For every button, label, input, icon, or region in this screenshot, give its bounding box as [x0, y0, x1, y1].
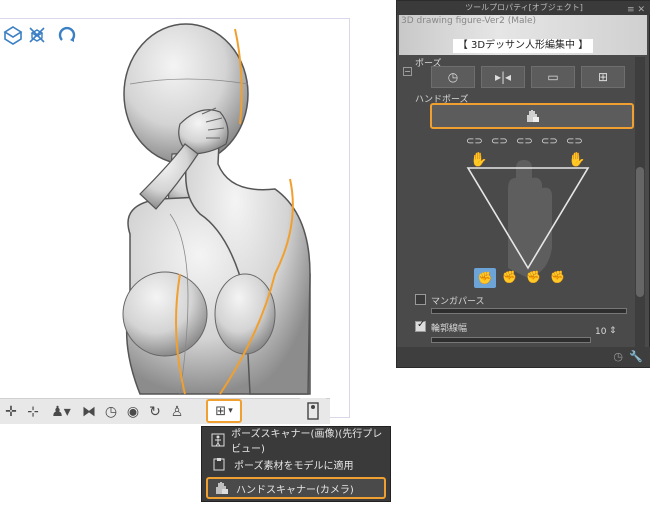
pose-scanner-button[interactable]: ⊞ ▾	[206, 399, 242, 423]
link-icon[interactable]: ⊂⊃	[491, 136, 508, 147]
pose-icon[interactable]: ♙	[166, 401, 188, 423]
link-icon[interactable]: ⊂⊃	[541, 136, 558, 147]
pose-dropdown-icon[interactable]: ♟▾	[44, 401, 78, 423]
subtool-name: 3D drawing figure-Ver2 (Male)	[401, 16, 537, 26]
rotate-3d-icon[interactable]	[26, 24, 48, 46]
scanner-dropdown-menu: ポーズスキャナー(画像)(先行プレビュー) ポーズ素材をモデルに適用 ハンドスキ…	[201, 426, 391, 502]
manga-perspective-slider[interactable]	[431, 308, 627, 314]
menu-item-pose-scanner[interactable]: ポーズスキャナー(画像)(先行プレビュー)	[206, 429, 386, 455]
figure-settings-icon[interactable]	[300, 398, 326, 424]
panel-footer: ◷ 🔧	[397, 347, 650, 367]
panel-title-text: ツールプロパティ[オブジェクト]	[465, 3, 583, 12]
link-icon[interactable]: ⊂⊃	[466, 136, 483, 147]
panel-scrollbar[interactable]	[635, 57, 645, 347]
fist-icon: ✊	[477, 271, 493, 285]
link-icon[interactable]: ⊂⊃	[516, 136, 533, 147]
rotate-icon[interactable]: ↻	[144, 401, 166, 423]
stepper-icon[interactable]: ⇕	[609, 326, 617, 336]
crosshair-icon[interactable]: ✛	[0, 401, 22, 423]
hand-open-icon[interactable]: ✋	[470, 151, 487, 168]
panel-title: ツールプロパティ[オブジェクト] ≡ ✕	[397, 1, 650, 15]
reset-icon: ◷	[447, 70, 459, 84]
hand-triangle[interactable]: ✋ ✋	[458, 148, 598, 288]
fist-preset-active[interactable]: ✊	[474, 268, 496, 288]
pose-paste-button[interactable]: ▭	[531, 66, 575, 88]
hand-spread-icon[interactable]: ✋	[568, 151, 585, 168]
person-frame-icon: ⊞	[597, 70, 609, 84]
outline-slider[interactable]	[431, 337, 591, 343]
collapse-toggle[interactable]: −	[403, 67, 412, 76]
hand-camera-icon	[212, 479, 230, 497]
flip-icon[interactable]: ⧓	[78, 401, 100, 423]
manga-perspective-checkbox[interactable]	[415, 294, 426, 305]
pose-flip-button[interactable]: ▸|◂	[481, 66, 525, 88]
outline-checkbox[interactable]: ✓	[415, 319, 426, 332]
flip-icon: ▸|◂	[494, 70, 512, 84]
clipboard-icon	[210, 455, 228, 473]
pose-scanner-panel-button[interactable]: ⊞	[581, 66, 625, 88]
menu-item-apply-pose[interactable]: ポーズ素材をモデルに適用	[206, 453, 386, 475]
camera-move-icon[interactable]: ⊹	[22, 401, 44, 423]
lock-icon[interactable]: ◉	[122, 401, 144, 423]
3d-figure[interactable]	[60, 14, 360, 404]
wrench-icon[interactable]: 🔧	[629, 350, 643, 363]
pose-scanner-icon: ⊞	[215, 403, 227, 419]
menu-item-label: ポーズスキャナー(画像)(先行プレビュー)	[231, 429, 383, 455]
scrollbar-thumb[interactable]	[636, 167, 644, 297]
hand-camera-icon	[527, 110, 539, 122]
reset-icon[interactable]: ◷	[100, 401, 122, 423]
clipboard-icon: ▭	[547, 70, 559, 84]
outline-value[interactable]: 10	[595, 327, 606, 337]
chevron-down-icon: ▾	[228, 406, 233, 416]
pose-reset-button[interactable]: ◷	[431, 66, 475, 88]
reset-icon[interactable]: ◷	[613, 350, 623, 363]
edit-badge: 【 3Dデッサン人形編集中 】	[453, 39, 593, 53]
fist-icon[interactable]: ✊	[502, 270, 517, 284]
menu-item-label: ポーズ素材をモデルに適用	[234, 460, 354, 472]
move-3d-icon[interactable]	[2, 24, 24, 46]
link-icon[interactable]: ⊂⊃	[566, 136, 583, 147]
menu-item-label: ハンドスキャナー(カメラ)	[236, 484, 354, 496]
hand-pose-scanner-button[interactable]	[430, 103, 634, 129]
person-frame-icon	[210, 431, 225, 449]
canvas-area[interactable]: ✛ ⊹ ♟▾ ⧓ ◷ ◉ ↻ ♙ ⊞ ▾	[0, 0, 360, 424]
manga-perspective-label: マンガパース	[431, 297, 485, 307]
object-toolbar: ✛ ⊹ ♟▾ ⧓ ◷ ◉ ↻ ♙	[0, 398, 330, 424]
menu-item-hand-scanner[interactable]: ハンドスキャナー(カメラ)	[206, 477, 386, 499]
outline-label: 輪郭線幅	[431, 324, 468, 334]
fist-icon[interactable]: ✊	[526, 270, 541, 284]
fist-icon[interactable]: ✊	[550, 270, 565, 284]
